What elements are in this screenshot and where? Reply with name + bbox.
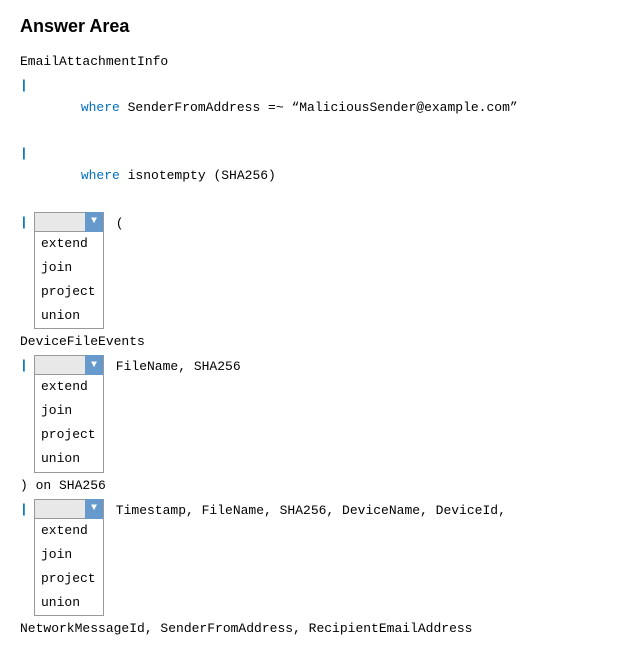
dropdown3-trigger[interactable]: ▼	[34, 499, 104, 519]
dropdown2-trigger[interactable]: ▼	[34, 355, 104, 375]
table2-name: DeviceFileEvents	[20, 331, 621, 353]
dropdown1-container[interactable]: ▼ extend join project union	[34, 212, 104, 329]
keyword-where-1: where	[81, 100, 120, 115]
line-dropdown2: | ▼ extend join project union FileName, …	[20, 355, 621, 472]
dropdown1-option-project[interactable]: project	[35, 280, 103, 304]
dropdown3-option-project[interactable]: project	[35, 567, 103, 591]
dropdown1-option-join[interactable]: join	[35, 256, 103, 280]
table1-name: EmailAttachmentInfo	[20, 51, 621, 73]
line-on-sha256: ) on SHA256	[20, 475, 621, 497]
page-title: Answer Area	[20, 16, 621, 37]
pipe-2: |	[20, 143, 28, 165]
dropdown3-option-extend[interactable]: extend	[35, 519, 103, 543]
dropdown3-option-union[interactable]: union	[35, 591, 103, 615]
line-dropdown3: | ▼ extend join project union Timestamp,…	[20, 499, 621, 616]
dropdown1-options: extend join project union	[34, 232, 104, 329]
pipe-5: |	[20, 499, 28, 521]
dropdown2-option-join[interactable]: join	[35, 399, 103, 423]
dropdown3-container[interactable]: ▼ extend join project union	[34, 499, 104, 616]
line1-text: SenderFromAddress =~ “MaliciousSender@ex…	[120, 100, 518, 115]
dropdown1-trigger[interactable]: ▼	[34, 212, 104, 232]
line3-after: (	[108, 212, 124, 235]
dropdown3-arrow[interactable]: ▼	[85, 499, 103, 519]
line2-text: isnotempty (SHA256)	[120, 168, 276, 183]
line-network-message: NetworkMessageId, SenderFromAddress, Rec…	[20, 618, 621, 640]
pipe-4: |	[20, 355, 28, 377]
line-where-sender: | where SenderFromAddress =~ “MaliciousS…	[20, 75, 621, 141]
line-dropdown1: | ▼ extend join project union (	[20, 212, 621, 329]
code-block: EmailAttachmentInfo | where SenderFromAd…	[20, 51, 621, 640]
pipe-3: |	[20, 212, 28, 234]
line4-after: FileName, SHA256	[108, 355, 241, 378]
dropdown2-option-extend[interactable]: extend	[35, 375, 103, 399]
dropdown2-arrow[interactable]: ▼	[85, 355, 103, 375]
dropdown3-option-join[interactable]: join	[35, 543, 103, 567]
dropdown2-option-project[interactable]: project	[35, 423, 103, 447]
line6-after: Timestamp, FileName, SHA256, DeviceName,…	[108, 499, 506, 522]
dropdown2-options: extend join project union	[34, 375, 104, 472]
dropdown1-arrow[interactable]: ▼	[85, 212, 103, 232]
dropdown2-container[interactable]: ▼ extend join project union	[34, 355, 104, 472]
line-where-isnotempty: | where isnotempty (SHA256)	[20, 143, 621, 209]
dropdown2-option-union[interactable]: union	[35, 447, 103, 471]
dropdown3-options: extend join project union	[34, 519, 104, 616]
pipe-1: |	[20, 75, 28, 97]
keyword-where-2: where	[81, 168, 120, 183]
dropdown1-option-extend[interactable]: extend	[35, 232, 103, 256]
dropdown1-option-union[interactable]: union	[35, 304, 103, 328]
